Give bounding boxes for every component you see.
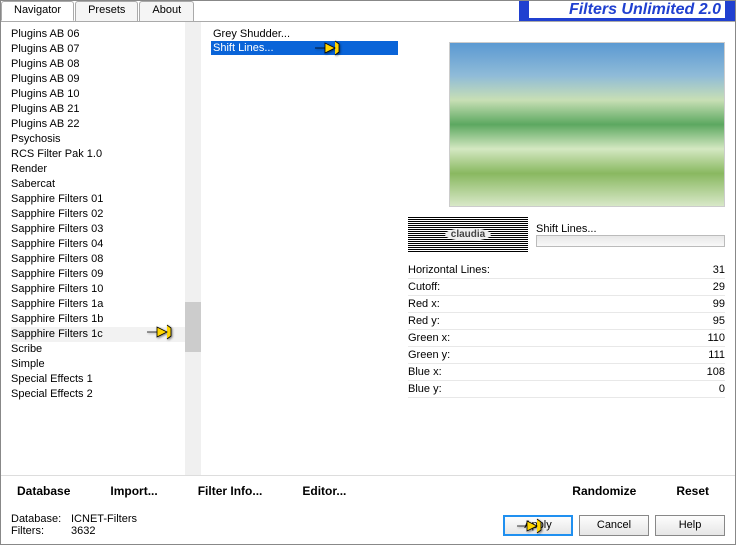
category-item[interactable]: Sapphire Filters 08 — [11, 252, 185, 267]
param-row[interactable]: Blue x:108 — [408, 364, 725, 381]
scrollbar[interactable] — [185, 22, 201, 475]
category-item[interactable]: Psychosis — [11, 132, 185, 147]
editor-button[interactable]: Editor... — [296, 482, 352, 497]
param-row[interactable]: Horizontal Lines:31 — [408, 262, 725, 279]
param-value: 108 — [685, 366, 725, 378]
tabs: Navigator Presets About — [1, 1, 195, 21]
filter-list-panel: Grey Shudder... Shift Lines... — [201, 22, 403, 475]
param-row[interactable]: Green x:110 — [408, 330, 725, 347]
param-name: Blue y: — [408, 383, 685, 395]
param-row[interactable]: Green y:111 — [408, 347, 725, 364]
param-value: 95 — [685, 315, 725, 327]
category-item[interactable]: Plugins AB 09 — [11, 72, 185, 87]
category-item[interactable]: Plugins AB 07 — [11, 42, 185, 57]
progress-label: Shift Lines... — [536, 223, 725, 235]
category-item[interactable]: Sapphire Filters 09 — [11, 267, 185, 282]
param-name: Horizontal Lines: — [408, 264, 685, 276]
param-name: Red y: — [408, 315, 685, 327]
reset-button[interactable]: Reset — [670, 482, 715, 497]
param-name: Green x: — [408, 332, 685, 344]
param-name: Blue x: — [408, 366, 685, 378]
param-row[interactable]: Cutoff:29 — [408, 279, 725, 296]
param-name: Green y: — [408, 349, 685, 361]
filter-item-shift-lines[interactable]: Shift Lines... — [211, 41, 398, 55]
param-row[interactable]: Blue y:0 — [408, 381, 725, 398]
category-item[interactable]: Sapphire Filters 10 — [11, 282, 185, 297]
category-item[interactable]: Sapphire Filters 04 — [11, 237, 185, 252]
category-item[interactable]: Plugins AB 21 — [11, 102, 185, 117]
param-row[interactable]: Red x:99 — [408, 296, 725, 313]
parameter-list: Horizontal Lines:31Cutoff:29Red x:99Red … — [408, 262, 725, 398]
param-value: 99 — [685, 298, 725, 310]
app-title: Filters Unlimited 2.0 — [195, 1, 735, 21]
tab-presets[interactable]: Presets — [75, 1, 138, 21]
filter-info-button[interactable]: Filter Info... — [192, 482, 269, 497]
cancel-button[interactable]: Cancel — [579, 515, 649, 536]
category-item[interactable]: Plugins AB 10 — [11, 87, 185, 102]
category-item[interactable]: Special Effects 2 — [11, 387, 185, 402]
param-name: Cutoff: — [408, 281, 685, 293]
category-item[interactable]: Plugins AB 22 — [11, 117, 185, 132]
tab-navigator[interactable]: Navigator — [1, 1, 74, 21]
header: Navigator Presets About Filters Unlimite… — [1, 1, 735, 21]
preview-panel: claudia Shift Lines... Horizontal Lines:… — [403, 22, 735, 475]
param-name: Red x: — [408, 298, 685, 310]
category-item[interactable]: Simple — [11, 357, 185, 372]
category-item[interactable]: RCS Filter Pak 1.0 — [11, 147, 185, 162]
category-item[interactable]: Sapphire Filters 03 — [11, 222, 185, 237]
database-button[interactable]: Database — [11, 482, 76, 497]
scrollbar-thumb[interactable] — [185, 302, 201, 352]
apply-button[interactable]: Apply — [503, 515, 573, 536]
category-item[interactable]: Scribe — [11, 342, 185, 357]
param-value: 31 — [685, 264, 725, 276]
import-button[interactable]: Import... — [104, 482, 163, 497]
help-button[interactable]: Help — [655, 515, 725, 536]
category-item[interactable]: Sabercat — [11, 177, 185, 192]
filter-item-grey-shudder[interactable]: Grey Shudder... — [211, 27, 398, 41]
category-item[interactable]: Sapphire Filters 1a — [11, 297, 185, 312]
category-item[interactable]: Render — [11, 162, 185, 177]
category-item[interactable]: Sapphire Filters 02 — [11, 207, 185, 222]
category-item[interactable]: Plugins AB 08 — [11, 57, 185, 72]
filter-category-panel: Plugins AB 06Plugins AB 07Plugins AB 08P… — [1, 22, 201, 475]
category-item[interactable]: Sapphire Filters 1c — [11, 327, 185, 342]
param-value: 0 — [685, 383, 725, 395]
category-item[interactable]: Special Effects 1 — [11, 372, 185, 387]
brand-logo: claudia — [408, 217, 528, 252]
param-value: 29 — [685, 281, 725, 293]
action-row: Database Import... Filter Info... Editor… — [1, 475, 735, 507]
status-text: Database:ICNET-Filters Filters:3632 — [11, 513, 137, 537]
randomize-button[interactable]: Randomize — [566, 482, 642, 497]
category-item[interactable]: Sapphire Filters 1b — [11, 312, 185, 327]
category-item[interactable]: Plugins AB 06 — [11, 27, 185, 42]
progress-bar — [536, 235, 725, 247]
tab-about[interactable]: About — [139, 1, 194, 21]
filter-preview — [449, 42, 725, 207]
category-item[interactable]: Sapphire Filters 01 — [11, 192, 185, 207]
param-value: 110 — [685, 332, 725, 344]
param-value: 111 — [685, 349, 725, 361]
param-row[interactable]: Red y:95 — [408, 313, 725, 330]
filter-category-list[interactable]: Plugins AB 06Plugins AB 07Plugins AB 08P… — [1, 22, 185, 475]
footer: Database:ICNET-Filters Filters:3632 Appl… — [1, 507, 735, 543]
